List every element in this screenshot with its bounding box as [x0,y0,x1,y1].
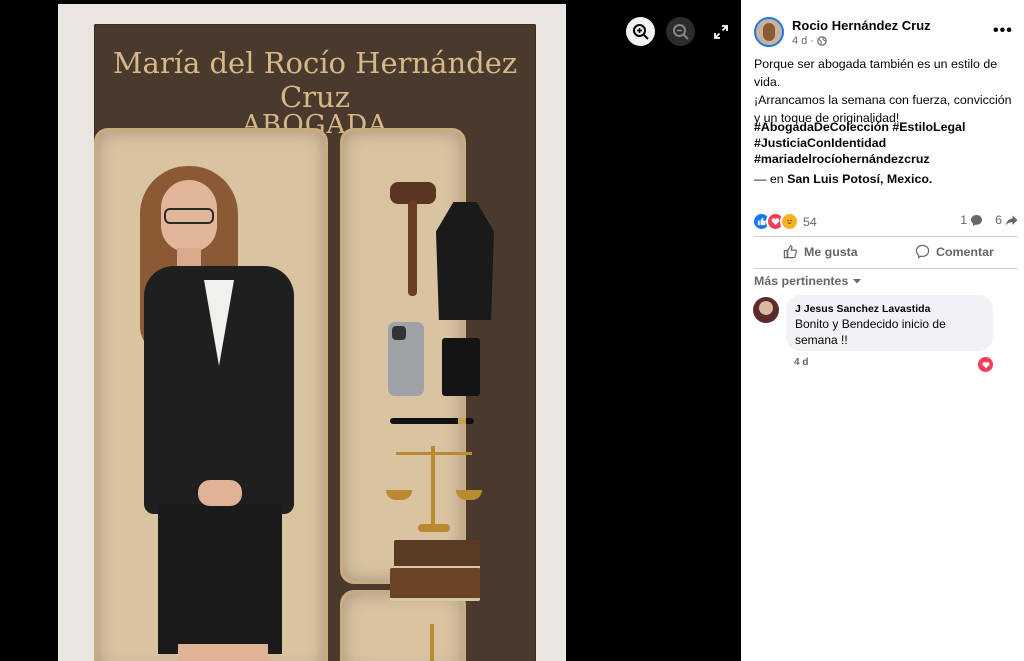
scales-of-justice-icon [430,624,434,661]
figure-legs [178,644,268,661]
care-reaction-icon [780,212,799,231]
pen-tip [458,418,466,424]
judge-robe-icon [436,202,494,320]
photo-title-line-1: María del Rocío Hernández [112,46,518,80]
divider [754,268,1018,269]
sort-label: Más pertinentes [754,274,849,288]
comment-count-value: 1 [960,213,968,227]
share-count[interactable]: 6 [995,213,1018,227]
fullscreen-button[interactable] [706,17,735,46]
comment-bubble: J Jesus Sanchez Lavastida Bonito y Bende… [786,295,993,351]
comment-love-reaction-icon[interactable] [976,355,995,374]
zoom-out-icon [672,23,689,40]
location-line: — en San Luis Potosí, Mexico. [754,172,932,186]
post-meta: 4 d · [792,35,827,47]
heart-icon [982,361,989,368]
hashtags: #AbogadaDeColección #EstiloLegal #Justic… [754,119,1016,167]
comment-sort-dropdown[interactable]: Más pertinentes [754,274,862,288]
author-name[interactable]: Rocio Hernández Cruz [792,18,931,33]
like-button[interactable]: Me gusta [783,244,858,259]
share-arrow-icon [1005,215,1018,226]
commenter-face [759,301,773,315]
location-prefix: — en [754,172,784,186]
reaction-count: 54 [803,214,817,229]
comment-bubble-icon [971,214,983,226]
post-time[interactable]: 4 d [792,35,807,47]
commenter-avatar[interactable] [753,297,779,323]
post-photo[interactable]: María del Rocío Hernández Cruz ABOGADA [58,4,566,661]
book-icon [394,540,480,569]
scales-beam [396,452,472,455]
engagement-counts: 1 6 [960,213,1018,227]
comment-text: Bonito y Bendecido inicio de semana !! [795,317,946,347]
comment-label: Comentar [936,244,994,259]
comment-time[interactable]: 4 d [794,357,808,368]
fullscreen-icon [713,24,728,39]
location-link[interactable]: San Luis Potosí, Mexico. [787,172,932,186]
divider [754,236,1018,237]
figure-hands [198,480,242,506]
gavel-handle [408,200,417,296]
book-icon [390,568,480,601]
post-details-panel: Rocio Hernández Cruz 4 d · ••• Porque se… [741,0,1024,661]
zoom-in-icon [632,23,649,40]
scales-of-justice-icon [431,446,435,526]
phone-camera [392,326,406,340]
scales-base [418,524,450,532]
commenter-name[interactable]: J Jesus Sanchez Lavastida [795,303,930,315]
globe-icon [817,36,827,46]
meta-separator: · [810,35,814,47]
thumbs-up-icon [783,245,798,259]
reaction-summary[interactable]: 54 [752,212,817,231]
more-options-button[interactable]: ••• [993,22,1013,40]
wallet-icon [442,338,480,396]
glasses-icon [164,208,214,224]
comment-icon [915,244,930,259]
caret-down-icon [853,279,862,284]
hashtag-link[interactable]: #mariadelrocíohernándezcruz [754,152,930,166]
hashtag-link[interactable]: #EstiloLegal [892,120,965,134]
zoom-in-button[interactable] [626,17,655,46]
comment-button[interactable]: Comentar [915,244,994,259]
like-label: Me gusta [804,244,858,259]
hashtag-link[interactable]: #AbogadaDeColección [754,120,889,134]
post-text-line: Porque ser abogada también es un estilo … [754,57,998,89]
figure-skirt [158,504,282,654]
author-avatar[interactable] [754,17,784,47]
photo-title-line-2: Cruz [279,80,350,114]
share-count-value: 6 [995,213,1002,227]
avatar-figure [763,23,775,41]
zoom-out-button[interactable] [666,17,695,46]
post-text: Porque ser abogada también es un estilo … [754,55,1016,127]
hashtag-link[interactable]: #JusticiaConIdentidad [754,136,886,150]
comment-count[interactable]: 1 [960,213,983,227]
photo-viewer: María del Rocío Hernández Cruz ABOGADA [0,0,741,661]
